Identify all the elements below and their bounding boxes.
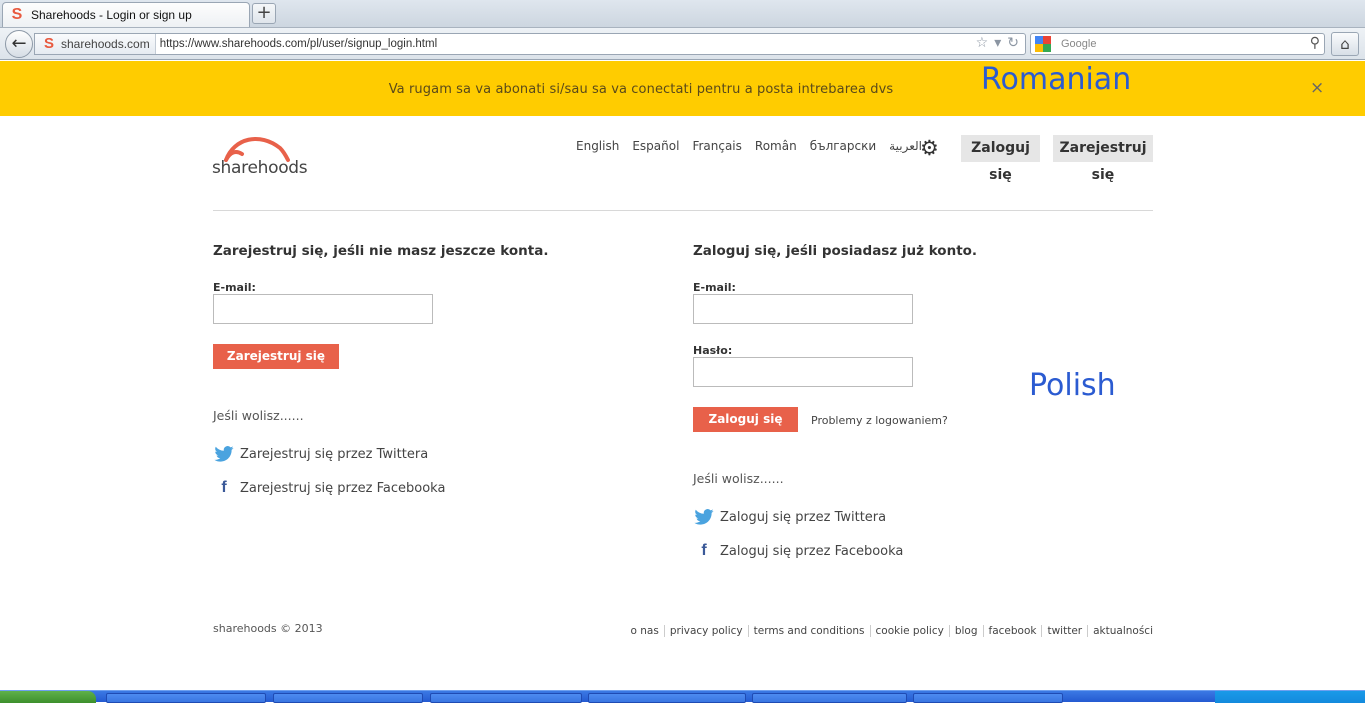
annotation-polish: Polish — [1029, 368, 1116, 403]
signup-alt-text: Jeśli wolisz...... — [213, 408, 304, 423]
language-espanol[interactable]: Español — [632, 139, 679, 153]
site-identity-button[interactable]: S sharehoods.com — [35, 34, 156, 54]
home-icon: ⌂ — [1340, 35, 1350, 53]
language-bulgarian[interactable]: български — [810, 139, 876, 153]
address-bar[interactable]: S sharehoods.com https://www.sharehoods.… — [34, 33, 1026, 55]
signup-facebook-label: Zarejestruj się przez Facebooka — [240, 480, 446, 496]
language-francais[interactable]: Français — [692, 139, 741, 153]
footer-link-terms[interactable]: terms and conditions — [747, 625, 870, 637]
back-button[interactable]: ← — [5, 30, 33, 58]
dropdown-icon[interactable]: ▾ — [994, 35, 1001, 51]
sharehoods-favicon-icon: S — [43, 35, 54, 52]
login-email-field[interactable] — [693, 294, 913, 324]
signup-submit-button[interactable]: Zarejestruj się — [213, 344, 339, 369]
footer-link-cookie[interactable]: cookie policy — [869, 625, 949, 637]
header-divider — [213, 210, 1153, 211]
login-facebook-link[interactable]: f Zaloguj się przez Facebooka — [693, 542, 903, 560]
google-engine-icon[interactable] — [1035, 36, 1051, 52]
login-trouble-link[interactable]: Problemy z logowaniem? — [811, 414, 948, 427]
tab-title: Sharehoods - Login or sign up — [31, 8, 192, 22]
search-icon[interactable]: ⚲ — [1310, 35, 1320, 51]
os-taskbar — [0, 690, 1365, 703]
gear-icon[interactable]: ⚙ — [920, 136, 939, 160]
login-submit-button[interactable]: Zaloguj się — [693, 407, 798, 432]
footer-copyright: sharehoods © 2013 — [213, 622, 323, 635]
signup-heading: Zarejestruj się, jeśli nie masz jeszcze … — [213, 243, 549, 259]
navigation-toolbar: ← S sharehoods.com https://www.sharehood… — [0, 28, 1365, 60]
site-identity-label: sharehoods.com — [61, 37, 150, 51]
footer-link-news[interactable]: aktualności — [1087, 625, 1153, 637]
address-bar-actions: ☆ ▾ ↻ — [976, 35, 1019, 51]
login-facebook-label: Zaloguj się przez Facebooka — [720, 543, 904, 559]
banner-message-row: Va rugam sa va abonati si/sau sa va cone… — [0, 82, 1365, 97]
notification-banner: Va rugam sa va abonati si/sau sa va cone… — [0, 61, 1365, 116]
login-twitter-label: Zaloguj się przez Twittera — [720, 509, 887, 525]
signup-email-label: E-mail: — [213, 281, 256, 294]
language-roman[interactable]: Român — [755, 139, 797, 153]
start-button[interactable] — [0, 691, 96, 703]
twitter-icon — [213, 445, 235, 463]
logo-text[interactable]: sharehoods — [212, 158, 308, 178]
login-email-label: E-mail: — [693, 281, 736, 294]
reload-icon[interactable]: ↻ — [1007, 35, 1019, 51]
footer-link-facebook[interactable]: facebook — [982, 625, 1042, 637]
home-button[interactable]: ⌂ — [1331, 32, 1359, 56]
browser-tab[interactable]: S Sharehoods - Login or sign up — [2, 2, 250, 27]
search-bar[interactable]: Google ⚲ — [1030, 33, 1325, 55]
header-login-button[interactable]: Zaloguj się — [961, 135, 1040, 183]
back-arrow-icon: ← — [11, 33, 27, 54]
facebook-icon: f — [701, 542, 707, 559]
language-switcher: English Español Français Român български… — [576, 139, 922, 153]
tab-bar: S Sharehoods - Login or sign up + — [0, 0, 1365, 28]
system-tray — [1215, 691, 1365, 703]
twitter-icon — [693, 508, 715, 526]
sharehoods-favicon-icon: S — [11, 6, 23, 23]
close-icon[interactable]: × — [1310, 78, 1324, 98]
footer-link-privacy[interactable]: privacy policy — [663, 625, 748, 637]
footer-links: o nas privacy policy terms and condition… — [626, 625, 1153, 637]
signup-facebook-link[interactable]: f Zarejestruj się przez Facebooka — [213, 479, 445, 497]
signup-twitter-link[interactable]: Zarejestruj się przez Twittera — [213, 445, 428, 463]
login-password-field[interactable] — [693, 357, 913, 387]
footer-link-about[interactable]: o nas — [626, 625, 664, 637]
annotation-romanian: Romanian — [981, 62, 1132, 97]
banner-message: Va rugam sa va abonati si/sau sa va cone… — [388, 82, 894, 97]
login-heading: Zaloguj się, jeśli posiadasz już konto. — [693, 243, 978, 259]
new-tab-button[interactable]: + — [252, 3, 276, 24]
footer-link-blog[interactable]: blog — [948, 625, 983, 637]
search-placeholder: Google — [1061, 38, 1097, 50]
header-register-button[interactable]: Zarejestruj się — [1053, 135, 1153, 183]
signup-twitter-label: Zarejestruj się przez Twittera — [240, 446, 429, 462]
facebook-icon: f — [221, 479, 227, 496]
language-arabic[interactable]: العربية — [889, 139, 922, 153]
footer-link-twitter[interactable]: twitter — [1041, 625, 1087, 637]
login-password-label: Hasło: — [693, 344, 733, 357]
bookmark-star-icon[interactable]: ☆ — [976, 35, 989, 51]
login-twitter-link[interactable]: Zaloguj się przez Twittera — [693, 508, 886, 526]
url-text[interactable]: https://www.sharehoods.com/pl/user/signu… — [160, 38, 437, 50]
login-alt-text: Jeśli wolisz...... — [693, 471, 784, 486]
language-english[interactable]: English — [576, 139, 619, 153]
signup-email-field[interactable] — [213, 294, 433, 324]
